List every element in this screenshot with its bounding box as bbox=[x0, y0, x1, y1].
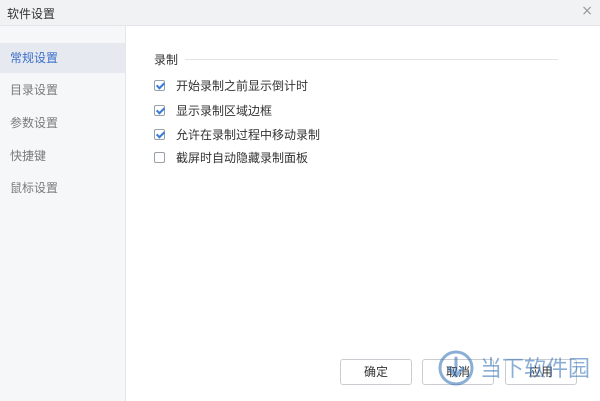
option-label: 允许在录制过程中移动录制 bbox=[176, 128, 321, 142]
apply-button[interactable]: 应用 bbox=[505, 359, 577, 385]
section-divider bbox=[185, 59, 558, 60]
checkbox[interactable] bbox=[154, 152, 165, 163]
option-label: 截屏时自动隐藏录制面板 bbox=[176, 151, 309, 165]
sidebar-item-mouse[interactable]: 鼠标设置 bbox=[0, 173, 125, 203]
window-title: 软件设置 bbox=[7, 7, 56, 21]
option-label: 显示录制区域边框 bbox=[176, 104, 273, 118]
close-icon[interactable]: × bbox=[581, 3, 593, 19]
checkbox[interactable] bbox=[154, 80, 165, 91]
section-title: 录制 bbox=[154, 53, 179, 67]
option-label: 开始录制之前显示倒计时 bbox=[176, 79, 309, 93]
title-bar: 软件设置 × bbox=[0, 0, 600, 26]
sidebar-item-parameters[interactable]: 参数设置 bbox=[0, 108, 125, 138]
cancel-button[interactable]: 取消 bbox=[422, 359, 494, 385]
sidebar-item-directory[interactable]: 目录设置 bbox=[0, 75, 125, 105]
sidebar-item-general[interactable]: 常规设置 bbox=[0, 43, 125, 73]
sidebar: 常规设置 目录设置 参数设置 快捷键 鼠标设置 bbox=[0, 26, 126, 401]
sidebar-item-hotkeys[interactable]: 快捷键 bbox=[0, 141, 125, 171]
checkbox[interactable] bbox=[154, 129, 165, 140]
ok-button[interactable]: 确定 bbox=[340, 359, 412, 385]
checkbox[interactable] bbox=[154, 105, 165, 116]
